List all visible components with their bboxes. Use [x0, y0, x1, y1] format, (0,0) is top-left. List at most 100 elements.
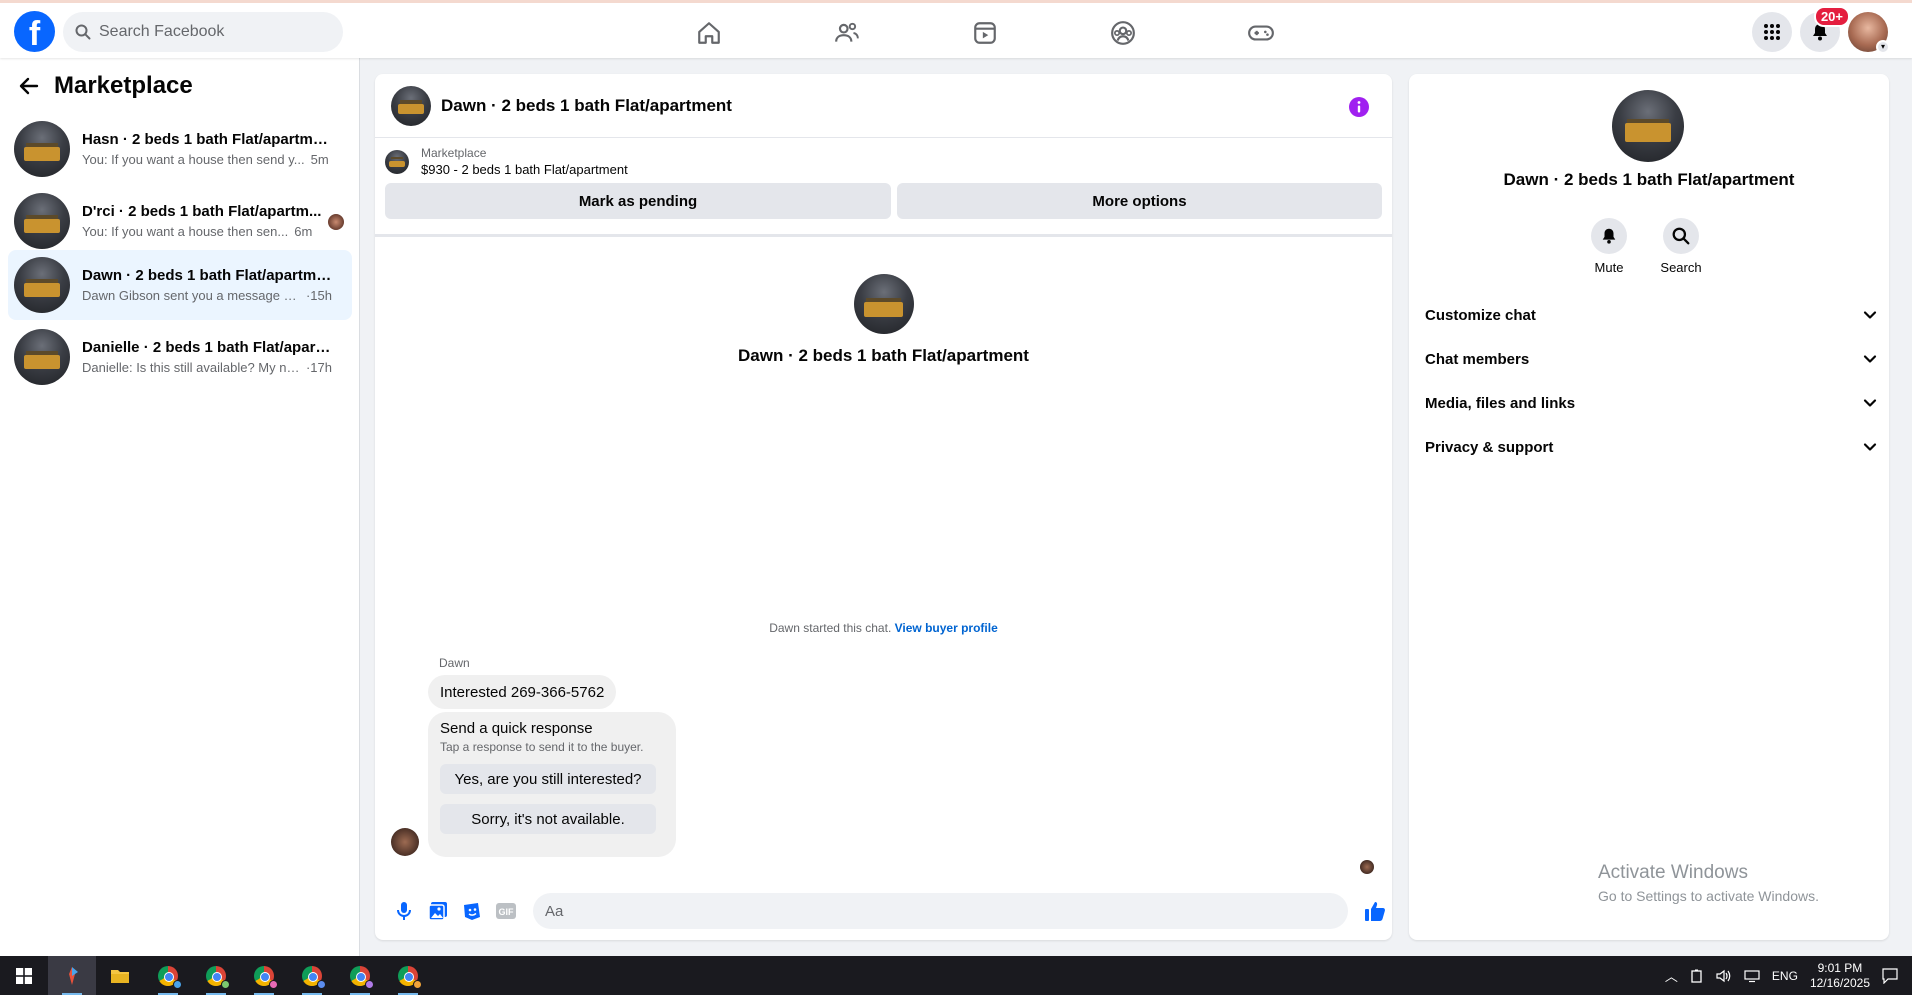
- friends-tab[interactable]: [778, 9, 916, 57]
- info-icon: [1349, 97, 1369, 117]
- conversation-item[interactable]: Hasn · 2 beds 1 bath Flat/apartment You:…: [8, 114, 352, 184]
- section-label: Customize chat: [1425, 306, 1536, 324]
- conversation-snippet: Danielle: Is this still available? My nu…: [82, 360, 300, 375]
- conversation-title: Danielle · 2 beds 1 bath Flat/apart...: [82, 339, 332, 356]
- voice-clip-button[interactable]: [387, 893, 421, 929]
- clock[interactable]: 9:01 PM 12/16/2025: [1810, 961, 1870, 991]
- chrome-profile-button[interactable]: [384, 956, 432, 995]
- video-icon: [974, 22, 996, 44]
- search-icon: [75, 24, 91, 40]
- sender-avatar[interactable]: [391, 828, 419, 856]
- home-tab[interactable]: [640, 9, 778, 57]
- info-button[interactable]: [1348, 96, 1370, 123]
- clock-date: 12/16/2025: [1809, 975, 1870, 990]
- read-receipt-avatar: [1360, 860, 1374, 874]
- taskbar-app-pinned[interactable]: [48, 956, 96, 995]
- volume-icon[interactable]: [1716, 969, 1732, 983]
- conversation-sidebar: Marketplace Hasn · 2 beds 1 bath Flat/ap…: [0, 58, 360, 956]
- mute-button[interactable]: Mute: [1589, 218, 1629, 275]
- chat-details-panel: Dawn · 2 beds 1 bath Flat/apartment Mute…: [1409, 74, 1889, 940]
- details-avatar[interactable]: [1612, 90, 1684, 162]
- sidebar-header: Marketplace: [0, 58, 359, 114]
- chat-started-note: Dawn started this chat. View buyer profi…: [375, 621, 1392, 635]
- system-tray: ︿ ENG 9:01 PM 12/16/2025: [1665, 956, 1898, 995]
- network-icon[interactable]: [1744, 969, 1760, 983]
- customize-chat-section[interactable]: Customize chat: [1425, 297, 1877, 333]
- chrome-icon: [158, 965, 182, 989]
- section-label: Privacy & support: [1425, 438, 1554, 456]
- chat-panel: Dawn · 2 beds 1 bath Flat/apartment Mark…: [375, 74, 1392, 940]
- listing-summary[interactable]: Marketplace $930 - 2 beds 1 bath Flat/ap…: [385, 146, 1382, 177]
- view-buyer-profile-link[interactable]: View buyer profile: [895, 621, 998, 635]
- chevron-down-icon: [1863, 443, 1877, 451]
- mark-pending-button[interactable]: Mark as pending: [385, 183, 891, 219]
- groups-tab[interactable]: [1054, 9, 1192, 57]
- listing-card: Marketplace $930 - 2 beds 1 bath Flat/ap…: [375, 138, 1392, 219]
- friends-icon: [835, 22, 859, 42]
- video-tab[interactable]: [916, 9, 1054, 57]
- app-icon: [69, 966, 78, 985]
- chat-avatar[interactable]: [391, 85, 431, 126]
- file-explorer-button[interactable]: [96, 956, 144, 995]
- chrome-profile-button[interactable]: [192, 956, 240, 995]
- section-label: Chat members: [1425, 350, 1530, 368]
- chat-title[interactable]: Dawn · 2 beds 1 bath Flat/apartment: [441, 96, 732, 116]
- more-options-button[interactable]: More options: [897, 183, 1382, 219]
- chrome-profile-button[interactable]: [144, 956, 192, 995]
- menu-button[interactable]: [1752, 12, 1792, 52]
- chrome-icon: [398, 965, 422, 989]
- message-input[interactable]: [533, 893, 1348, 929]
- start-button[interactable]: [0, 956, 48, 995]
- chrome-profile-button[interactable]: [288, 956, 336, 995]
- like-button[interactable]: [1358, 893, 1392, 929]
- language-indicator[interactable]: ENG: [1772, 969, 1798, 983]
- conversation-item-active[interactable]: Dawn · 2 beds 1 bath Flat/apartment Dawn…: [8, 250, 352, 320]
- conversation-item[interactable]: D'rci · 2 beds 1 bath Flat/apartm... You…: [8, 186, 352, 256]
- conversation-snippet: You: If you want a house then send y...: [82, 152, 305, 167]
- sidebar-title: Marketplace: [54, 72, 193, 99]
- conversation-item[interactable]: Danielle · 2 beds 1 bath Flat/apart... D…: [8, 322, 352, 392]
- media-files-links-section[interactable]: Media, files and links: [1425, 385, 1877, 421]
- sticker-button[interactable]: [455, 893, 489, 929]
- groups-icon: [1111, 21, 1135, 45]
- quick-reply-no-button[interactable]: Sorry, it's not available.: [440, 804, 656, 834]
- conversation-title: D'rci · 2 beds 1 bath Flat/apartm...: [82, 203, 322, 220]
- privacy-support-section[interactable]: Privacy & support: [1425, 429, 1877, 465]
- notifications-button[interactable]: 20+: [1800, 6, 1850, 52]
- account-controls: 20+ ▾: [1752, 6, 1890, 54]
- attach-media-button[interactable]: [421, 893, 455, 929]
- chevron-up-icon[interactable]: ︿: [1665, 966, 1678, 985]
- search-chat-button[interactable]: Search: [1660, 218, 1702, 275]
- message-bubble[interactable]: Interested 269-366-5762: [428, 675, 617, 709]
- chrome-profile-button[interactable]: [240, 956, 288, 995]
- chevron-down-icon: [1863, 399, 1877, 407]
- profile-avatar[interactable]: ▾: [1848, 12, 1890, 54]
- home-icon: [698, 22, 720, 44]
- chrome-icon: [254, 965, 278, 989]
- gaming-tab[interactable]: [1192, 9, 1330, 57]
- chat-intro: Dawn · 2 beds 1 bath Flat/apartment: [375, 274, 1392, 366]
- intro-avatar: [853, 274, 914, 334]
- bell-icon: [1602, 228, 1616, 244]
- search-box[interactable]: Search Facebook: [63, 12, 343, 52]
- battery-icon[interactable]: [1690, 969, 1704, 983]
- conversation-time: 5m: [310, 152, 329, 167]
- chat-header: Dawn · 2 beds 1 bath Flat/apartment: [375, 74, 1392, 138]
- search-label: Search: [1660, 260, 1702, 275]
- top-navigation-bar: f Search Facebook 20+ ▾: [0, 0, 1912, 58]
- details-title: Dawn · 2 beds 1 bath Flat/apartment: [1503, 170, 1795, 189]
- facebook-logo[interactable]: f: [14, 11, 55, 52]
- activate-windows-watermark: Activate Windows Go to Settings to activ…: [1598, 862, 1819, 904]
- gif-button[interactable]: GIF: [489, 893, 523, 929]
- quick-reply-yes-button[interactable]: Yes, are you still interested?: [440, 764, 656, 794]
- chat-members-section[interactable]: Chat members: [1425, 341, 1877, 377]
- notification-center-icon[interactable]: [1882, 967, 1898, 984]
- conversation-snippet: You: If you want a house then sen...: [82, 224, 289, 239]
- chevron-down-icon: [1863, 355, 1877, 363]
- details-actions: Mute Search: [1589, 218, 1702, 275]
- listing-actions: Mark as pending More options: [385, 183, 1382, 219]
- conversation-title: Dawn · 2 beds 1 bath Flat/apartment: [82, 267, 332, 284]
- chrome-profile-button[interactable]: [336, 956, 384, 995]
- sender-name: Dawn: [439, 656, 470, 670]
- back-arrow-icon[interactable]: [18, 75, 40, 97]
